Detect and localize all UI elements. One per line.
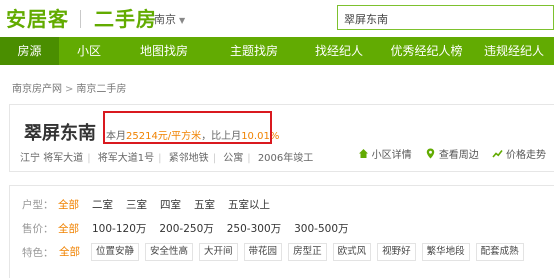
filter-option[interactable]: 五室 — [194, 197, 215, 212]
filter-tag[interactable]: 欧式风 — [332, 243, 372, 261]
filter-tag[interactable]: 配套成熟 — [475, 243, 524, 261]
city-selector[interactable]: 南京 ▼ — [154, 11, 185, 27]
site-logo[interactable]: 安居客 — [6, 3, 69, 32]
house-icon — [358, 149, 368, 158]
view-surroundings-label: 查看周边 — [438, 150, 479, 161]
meta-divider: | — [87, 153, 91, 164]
chevron-down-icon: ▼ — [179, 16, 186, 25]
community-info-panel: 翠屏东南 本月25214元/平方米，比上月10.01% 江宁 将军大道 | 将军大… — [9, 104, 554, 172]
highlight-box — [103, 111, 272, 144]
nav-item-violating-agents[interactable]: 违规经纪人 — [474, 37, 554, 65]
filter-tag[interactable]: 位置安静 — [91, 243, 140, 261]
nav-item-theme-search[interactable]: 主题找房 — [209, 37, 299, 65]
filter-tag[interactable]: 全部 — [58, 243, 81, 261]
filter-tag[interactable]: 大开间 — [199, 243, 238, 261]
meta-built-year: 2006年竣工 — [257, 153, 314, 164]
header-divider — [80, 10, 81, 28]
filter-option[interactable]: 四室 — [160, 197, 181, 212]
filter-option[interactable]: 100-120万 — [92, 221, 146, 236]
breadcrumb-separator: > — [65, 84, 74, 95]
meta-type: 公寓 — [223, 153, 244, 164]
filter-option[interactable]: 全部 — [58, 221, 79, 236]
filter-row-price: 售价： 全部 100-120万 200-250万 250-300万 300-50… — [22, 218, 362, 238]
nav-item-communities[interactable]: 小区 — [59, 37, 119, 65]
price-trend-label: 价格走势 — [506, 150, 546, 161]
main-nav: 房源 小区 地图找房 主题找房 找经纪人 优秀经纪人榜 违规经纪人 — [0, 37, 554, 65]
filter-row-features: 特色： 全部 位置安静 安全性高 大开间 带花园 房型正 欧式风 视野好 繁华地… — [22, 242, 530, 262]
nav-item-top-agents[interactable]: 优秀经纪人榜 — [379, 37, 474, 65]
meta-district[interactable]: 江宁 — [20, 153, 40, 164]
filter-option[interactable]: 三室 — [126, 197, 147, 212]
site-header: 安居客 二手房 南京 ▼ 翠屏东南 — [0, 0, 554, 36]
filter-tag[interactable]: 房型正 — [288, 243, 327, 261]
filter-option[interactable]: 200-250万 — [159, 221, 213, 236]
meta-divider: | — [247, 153, 251, 164]
filter-option[interactable]: 300-500万 — [294, 221, 348, 236]
filter-label: 售价： — [22, 222, 54, 235]
city-label: 南京 — [154, 13, 176, 26]
filter-label: 户型： — [22, 198, 54, 211]
meta-metro: 紧邻地铁 — [168, 153, 209, 164]
filter-tag[interactable]: 带花园 — [243, 243, 283, 261]
filter-label: 特色： — [22, 246, 54, 259]
breadcrumb: 南京房产网 > 南京二手房 — [12, 80, 126, 95]
filter-row-layout: 户型： 全部 二室 三室 四室 五室 五室以上 — [22, 194, 283, 214]
nav-item-find-agent[interactable]: 找经纪人 — [299, 37, 379, 65]
filter-option[interactable]: 五室以上 — [228, 197, 270, 212]
search-input-value: 翠屏东南 — [344, 13, 388, 26]
community-details-label: 小区详情 — [371, 150, 412, 161]
community-actions: 小区详情 查看周边 价格走势 — [348, 146, 546, 162]
community-details-link[interactable]: 小区详情 — [358, 146, 412, 161]
filter-option[interactable]: 全部 — [58, 197, 79, 212]
breadcrumb-item[interactable]: 南京房产网 — [12, 84, 62, 95]
filter-tag[interactable]: 视野好 — [377, 243, 416, 261]
meta-divider: | — [212, 153, 217, 164]
filter-option[interactable]: 二室 — [92, 197, 113, 212]
meta-address: 将军大道1号 — [97, 153, 155, 164]
nav-item-map-search[interactable]: 地图找房 — [119, 37, 209, 65]
filter-option[interactable]: 250-300万 — [227, 221, 281, 236]
breadcrumb-item[interactable]: 南京二手房 — [76, 84, 126, 95]
trend-chart-icon — [492, 150, 503, 158]
community-name: 翠屏东南 — [24, 123, 96, 144]
filter-tag[interactable]: 繁华地段 — [421, 243, 470, 261]
filter-panel: 户型： 全部 二室 三室 四室 五室 五室以上 售价： 全部 100-120万 … — [9, 185, 554, 278]
meta-divider: | — [158, 153, 162, 164]
price-trend-link[interactable]: 价格走势 — [492, 146, 546, 161]
location-pin-icon — [426, 148, 435, 159]
view-surroundings-link[interactable]: 查看周边 — [425, 146, 479, 161]
nav-item-listings[interactable]: 房源 — [0, 37, 59, 65]
section-title[interactable]: 二手房 — [94, 3, 157, 32]
meta-area[interactable]: 将军大道 — [43, 153, 83, 164]
search-input[interactable]: 翠屏东南 — [337, 5, 554, 30]
filter-tag[interactable]: 安全性高 — [145, 243, 194, 261]
community-meta: 江宁 将军大道 | 将军大道1号 | 紧邻地铁 | 公寓 | 2006年竣工 — [20, 149, 313, 164]
